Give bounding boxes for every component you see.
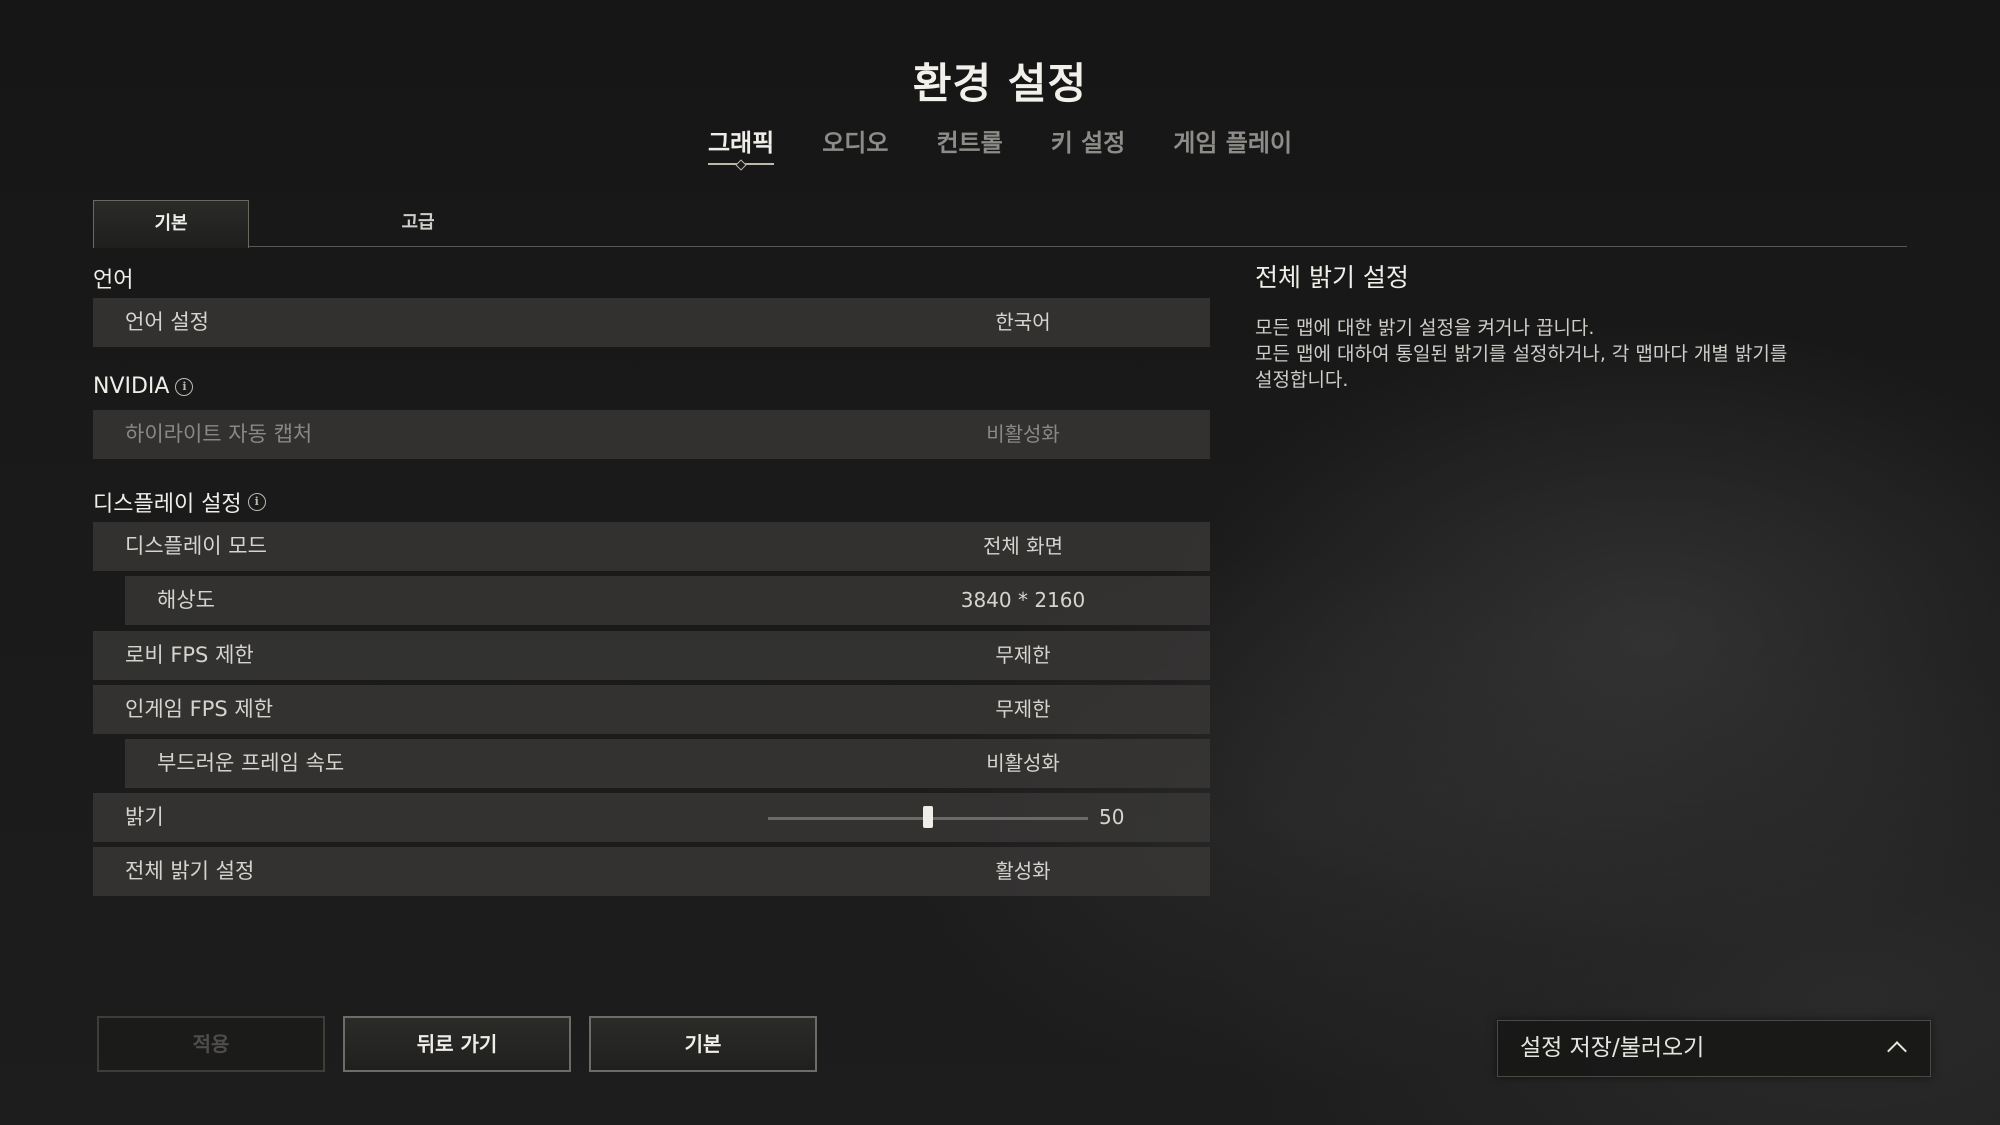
tab-audio-label: 오디오 (822, 129, 889, 157)
setting-value: 비활성화 (986, 422, 1060, 446)
tab-gameplay[interactable]: 게임 플레이 (1149, 125, 1316, 165)
main-tabs: 그래픽 오디오 컨트롤 키 설정 게임 플레이 (0, 125, 2000, 171)
setting-label: 인게임 FPS 제한 (125, 697, 274, 721)
setting-row-display-mode[interactable]: 디스플레이 모드 전체 화면 (93, 522, 1210, 571)
description-body: 모든 맵에 대한 밝기 설정을 켜거나 끕니다. 모든 맵에 대하여 통일된 밝… (1255, 315, 1895, 393)
section-title-display: 디스플레이 설정 i (93, 486, 266, 518)
setting-row-resolution[interactable]: 해상도 3840 * 2160 (125, 576, 1210, 625)
description-line: 모든 맵에 대하여 통일된 밝기를 설정하거나, 각 맵마다 개별 밝기를 (1255, 343, 1788, 365)
setting-value: 무제한 (995, 697, 1051, 721)
section-title-language-text: 언어 (93, 268, 134, 293)
setting-value: 전체 화면 (983, 534, 1063, 558)
tab-graphics[interactable]: 그래픽 (684, 125, 798, 171)
setting-value: 활성화 (995, 859, 1051, 883)
reset-default-button[interactable]: 기본 (589, 1016, 817, 1072)
setting-value: 무제한 (995, 643, 1051, 667)
setting-value: 비활성화 (986, 751, 1060, 775)
description-line: 설정합니다. (1255, 369, 1349, 391)
tab-keybindings[interactable]: 키 설정 (1027, 125, 1150, 165)
setting-label: 전체 밝기 설정 (125, 859, 255, 883)
setting-label: 언어 설정 (125, 310, 209, 334)
save-load-settings-label: 설정 저장/불러오기 (1520, 1035, 1705, 1061)
tab-gameplay-label: 게임 플레이 (1173, 129, 1293, 157)
chevron-up-icon (1887, 1041, 1907, 1061)
setting-label: 하이라이트 자동 캡처 (125, 422, 313, 446)
setting-row-lobby-fps[interactable]: 로비 FPS 제한 무제한 (93, 631, 1210, 680)
subtab-basic[interactable]: 기본 (93, 200, 249, 248)
setting-label: 해상도 (157, 588, 215, 612)
section-title-nvidia: NVIDIA i (93, 374, 194, 399)
setting-row-highlight-capture: 하이라이트 자동 캡처 비활성화 (93, 410, 1210, 459)
brightness-value: 50 (1099, 805, 1125, 829)
subtab-advanced[interactable]: 고급 (341, 200, 495, 246)
setting-row-brightness[interactable]: 밝기 50 (93, 793, 1210, 842)
info-icon[interactable]: i (247, 493, 266, 511)
description-line: 모든 맵에 대한 밝기 설정을 켜거나 끕니다. (1255, 317, 1595, 339)
save-load-settings-dropdown[interactable]: 설정 저장/불러오기 (1497, 1020, 1931, 1077)
tab-audio[interactable]: 오디오 (798, 125, 912, 165)
active-tab-diamond-marker (735, 159, 747, 171)
setting-label: 디스플레이 모드 (125, 534, 267, 558)
tab-controls[interactable]: 컨트롤 (912, 125, 1026, 165)
setting-row-language[interactable]: 언어 설정 한국어 (93, 298, 1210, 347)
tab-controls-label: 컨트롤 (936, 129, 1003, 157)
tab-graphics-label: 그래픽 (707, 129, 775, 157)
apply-button: 적용 (97, 1016, 325, 1072)
setting-label: 밝기 (125, 805, 164, 829)
setting-label: 부드러운 프레임 속도 (157, 751, 345, 775)
setting-row-smooth-framerate[interactable]: 부드러운 프레임 속도 비활성화 (125, 739, 1210, 788)
brightness-slider-thumb[interactable] (923, 806, 933, 828)
description-title: 전체 밝기 설정 (1255, 263, 1409, 292)
setting-value: 3840 * 2160 (960, 588, 1086, 612)
info-icon[interactable]: i (175, 377, 194, 396)
setting-row-ingame-fps[interactable]: 인게임 FPS 제한 무제한 (93, 685, 1210, 734)
setting-row-global-brightness[interactable]: 전체 밝기 설정 활성화 (93, 847, 1210, 896)
setting-value: 한국어 (995, 310, 1051, 334)
section-title-language: 언어 (93, 262, 133, 294)
page-title: 환경 설정 (912, 59, 1088, 108)
sub-tabs: 기본 고급 (93, 200, 1907, 248)
section-title-display-text: 디스플레이 설정 (93, 492, 242, 517)
tab-keybindings-label: 키 설정 (1050, 129, 1126, 157)
setting-label: 로비 FPS 제한 (125, 643, 254, 667)
back-button[interactable]: 뒤로 가기 (343, 1016, 571, 1072)
section-title-nvidia-text: NVIDIA (93, 374, 170, 399)
